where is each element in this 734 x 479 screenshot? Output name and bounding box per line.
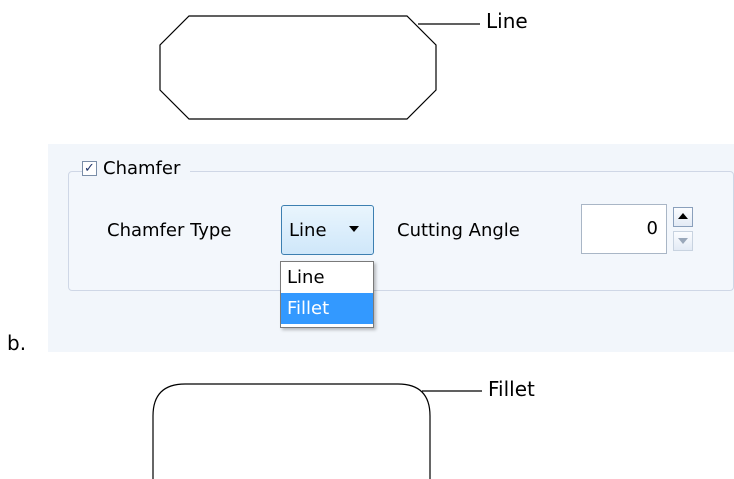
chamfer-type-combobox[interactable]: Line — [281, 205, 374, 255]
triangle-down-icon — [678, 238, 688, 244]
chamfer-type-value: Line — [289, 219, 327, 241]
chamfered-shape — [159, 15, 437, 120]
dropdown-option-fillet[interactable]: Fillet — [281, 293, 373, 324]
chevron-down-icon — [349, 226, 359, 232]
cutting-angle-label: Cutting Angle — [397, 220, 520, 241]
spin-down-button[interactable] — [673, 231, 693, 251]
chamfer-type-dropdown: Line Fillet — [280, 261, 374, 328]
fillet-label: Fillet — [488, 377, 535, 401]
figure-caption: b. — [7, 331, 27, 355]
spin-up-button[interactable] — [673, 207, 693, 227]
dropdown-option-line[interactable]: Line — [281, 262, 373, 293]
chamfer-checkbox[interactable]: ✓ — [82, 160, 97, 176]
checkmark-icon: ✓ — [84, 160, 95, 176]
chamfer-checkbox-label: Chamfer — [103, 157, 181, 179]
chamfer-checkbox-row[interactable]: ✓ Chamfer — [82, 156, 191, 180]
cutting-angle-value: 0 — [646, 218, 658, 239]
chamfer-type-label: Chamfer Type — [107, 220, 232, 241]
triangle-up-icon — [678, 213, 688, 219]
cutting-angle-input[interactable]: 0 — [581, 204, 667, 254]
cutting-angle-spinner — [667, 204, 702, 254]
filleted-shape — [152, 383, 431, 479]
line-label: Line — [486, 9, 528, 33]
